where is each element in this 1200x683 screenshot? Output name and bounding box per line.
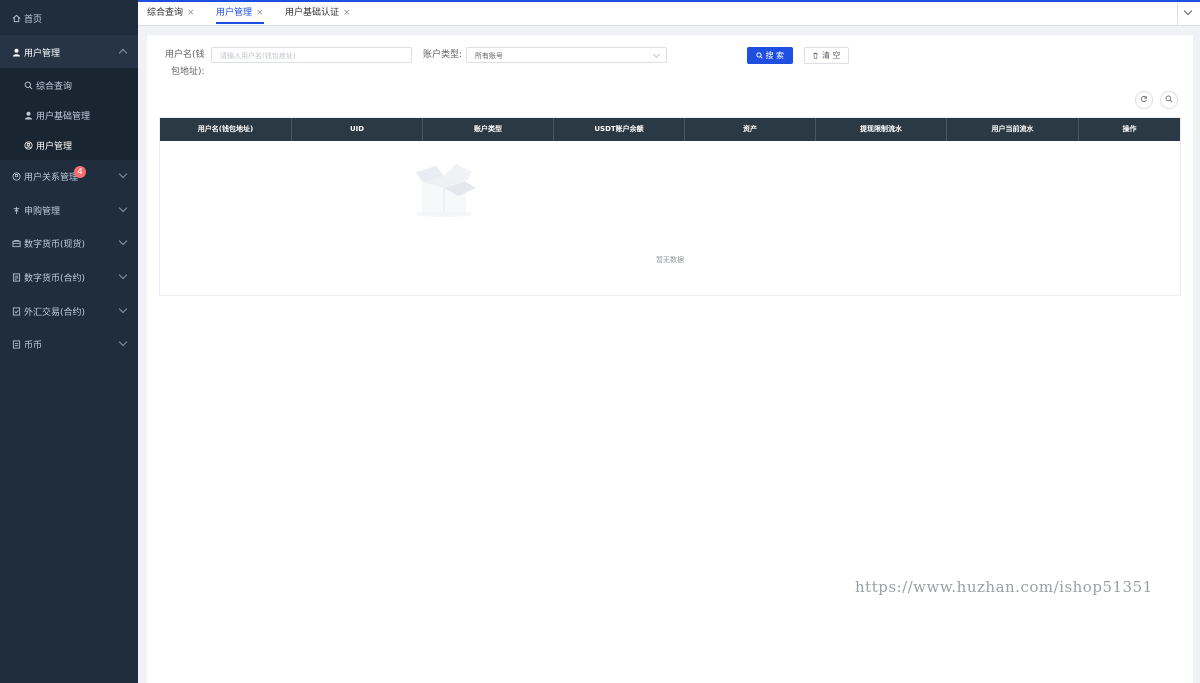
sidebar-item-coin[interactable]: 币币 xyxy=(0,327,138,361)
user-circle-icon xyxy=(23,140,33,150)
chevron-down-icon xyxy=(118,236,128,246)
sidebar-item-label: 币币 xyxy=(24,340,43,351)
sidebar-item-label: 用户关系管理 xyxy=(24,172,79,183)
tab-label: 用户基础认证 xyxy=(285,8,340,18)
trash-icon xyxy=(813,52,819,59)
sidebar-item-contract[interactable]: 数字货币(合约) xyxy=(0,260,138,294)
chevron-down-icon xyxy=(118,169,128,179)
chevron-down-icon xyxy=(118,203,128,213)
subscribe-icon xyxy=(11,205,21,215)
sidebar-item-label: 综合查询 xyxy=(36,81,73,92)
clear-button[interactable]: 清 空 xyxy=(804,47,849,64)
tab-dropdown-button[interactable] xyxy=(1177,2,1200,25)
username-placeholder: 请输入用户名(钱包地址) xyxy=(220,52,296,60)
tab-bar: 综合查询 × 用户管理 × 用户基础认证 × xyxy=(138,2,1200,26)
chevron-down-icon xyxy=(118,304,128,314)
empty-state-text: 暂无数据 xyxy=(656,256,684,264)
search-button-label: 搜 索 xyxy=(765,51,785,60)
chevron-down-icon xyxy=(1183,6,1193,16)
column-header[interactable]: 用户名(钱包地址) xyxy=(160,118,292,141)
sidebar-item-comprehensive-query[interactable]: 综合查询 xyxy=(0,68,138,102)
column-header[interactable]: 账户类型 xyxy=(423,118,554,141)
notification-badge: 4 xyxy=(74,166,87,178)
tab-label: 用户管理 xyxy=(216,8,253,18)
username-search-input[interactable]: 请输入用户名(钱包地址) xyxy=(211,47,412,63)
account-type-value: 所有账号 xyxy=(475,52,503,60)
tab-user-management[interactable]: 用户管理 × xyxy=(216,2,264,24)
account-type-select[interactable]: 所有账号 xyxy=(466,47,667,63)
username-label-line2: 包地址): xyxy=(171,67,205,77)
close-icon[interactable]: × xyxy=(343,8,351,18)
close-icon[interactable]: × xyxy=(187,8,195,18)
sidebar: 首页 用户管理 综合查询 用户基础管理 用户管理 用户关系管理 4 申购管理 数… xyxy=(0,0,138,683)
home-icon xyxy=(11,13,21,23)
column-header[interactable]: 用户当前流水 xyxy=(947,118,1079,141)
column-header[interactable]: USDT账户余额 xyxy=(554,118,685,141)
sidebar-item-user-basic-management[interactable]: 用户基础管理 xyxy=(0,98,138,132)
toggle-search-button[interactable] xyxy=(1160,91,1178,109)
sidebar-item-label: 数字货币(合约) xyxy=(24,273,86,284)
chevron-down-icon xyxy=(118,270,128,280)
sidebar-item-forex[interactable]: 外汇交易(合约) xyxy=(0,294,138,328)
sidebar-item-label: 首页 xyxy=(24,14,43,25)
tab-comprehensive-query[interactable]: 综合查询 × xyxy=(147,2,195,24)
search-button[interactable]: 搜 索 xyxy=(747,47,793,64)
sidebar-item-subscription[interactable]: 申购管理 xyxy=(0,193,138,227)
tab-user-basic-auth[interactable]: 用户基础认证 × xyxy=(285,2,351,24)
sidebar-item-label: 用户管理 xyxy=(24,48,61,59)
username-label-line1: 用户名(钱 xyxy=(165,50,205,60)
chevron-up-icon xyxy=(118,48,128,58)
refresh-button[interactable] xyxy=(1135,91,1153,109)
chevron-down-icon xyxy=(118,337,128,347)
column-header[interactable]: 资产 xyxy=(685,118,816,141)
search-icon xyxy=(23,80,33,90)
column-header[interactable]: 操作 xyxy=(1079,118,1180,141)
relation-icon xyxy=(11,171,21,181)
user-icon xyxy=(11,47,21,57)
sidebar-item-label: 外汇交易(合约) xyxy=(24,307,86,318)
contract-icon xyxy=(11,272,21,282)
sidebar-item-label: 申购管理 xyxy=(24,206,61,217)
coin-icon xyxy=(11,339,21,349)
sidebar-item-spot[interactable]: 数字货币(现货) xyxy=(0,226,138,260)
clear-button-label: 清 空 xyxy=(822,51,841,60)
close-icon[interactable]: × xyxy=(256,8,264,18)
sidebar-item-label: 数字货币(现货) xyxy=(24,239,86,250)
sidebar-item-user-management[interactable]: 用户管理 xyxy=(0,35,138,69)
sidebar-item-label: 用户管理 xyxy=(36,141,73,152)
watermark: https://www.huzhan.com/ishop51351 xyxy=(855,578,1153,596)
search-icon xyxy=(1165,95,1173,103)
sidebar-item-home[interactable]: 首页 xyxy=(0,1,138,35)
sidebar-item-user-admin[interactable]: 用户管理 xyxy=(0,128,138,162)
user-icon xyxy=(23,110,33,120)
chevron-down-icon xyxy=(652,50,661,59)
refresh-icon xyxy=(1141,96,1147,102)
sidebar-item-label: 用户基础管理 xyxy=(36,111,91,122)
column-header[interactable]: UID xyxy=(292,118,423,141)
search-icon xyxy=(756,52,763,59)
account-type-label: 账户类型: xyxy=(423,50,463,60)
forex-icon xyxy=(11,306,21,316)
table-header: 用户名(钱包地址) UID 账户类型 USDT账户余额 资产 提现限制流水 用户… xyxy=(160,118,1180,141)
user-table: 用户名(钱包地址) UID 账户类型 USDT账户余额 资产 提现限制流水 用户… xyxy=(159,117,1181,296)
spot-icon xyxy=(11,238,21,248)
column-header[interactable]: 提现限制流水 xyxy=(816,118,947,141)
tab-label: 综合查询 xyxy=(147,8,184,18)
empty-box-icon xyxy=(416,164,476,217)
sidebar-item-user-relations[interactable]: 用户关系管理 4 xyxy=(0,159,138,193)
